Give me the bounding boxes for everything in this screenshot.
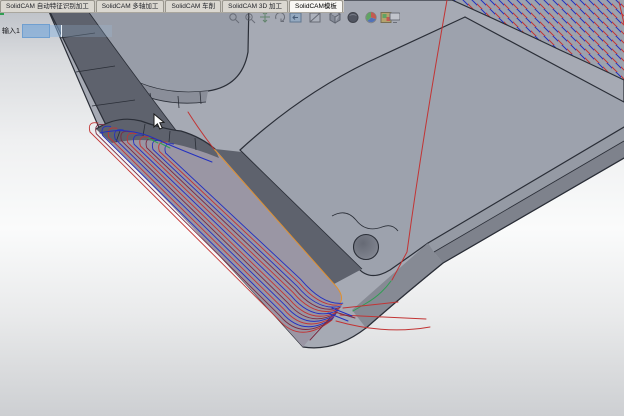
tab-solidcam-3d[interactable]: SolidCAM 3D 加工 bbox=[222, 0, 288, 12]
3d-viewport[interactable] bbox=[0, 0, 624, 416]
hole bbox=[352, 233, 380, 261]
display-style-icon[interactable] bbox=[347, 12, 359, 23]
zoom-fit-icon[interactable] bbox=[245, 13, 256, 24]
mouse-cursor bbox=[153, 113, 166, 130]
section-view-icon[interactable] bbox=[309, 12, 321, 23]
feature-tree-item[interactable]: 输入1 bbox=[2, 24, 112, 38]
feature-tree-item-label: 输入1 bbox=[2, 28, 20, 35]
tab-solidcam-afrm[interactable]: SolidCAM 自动特征识别加工 bbox=[0, 0, 95, 12]
selection-highlight bbox=[21, 24, 50, 38]
tab-solidcam-turning[interactable]: SolidCAM 车削 bbox=[165, 0, 222, 12]
tab-solidcam-template[interactable]: SolidCAM模板 bbox=[288, 0, 343, 12]
tab-solidcam-multiaxis[interactable]: SolidCAM 多轴加工 bbox=[95, 0, 165, 12]
pan-icon[interactable] bbox=[260, 11, 270, 23]
rotate-view-icon[interactable] bbox=[275, 12, 286, 22]
zoom-window-icon[interactable] bbox=[229, 13, 240, 24]
solidcam-tab-bar: SolidCAM 自动特征识别加工 SolidCAM 多轴加工 SolidCAM… bbox=[0, 0, 344, 13]
previous-view-icon[interactable] bbox=[289, 12, 302, 23]
appearance-icon[interactable] bbox=[365, 11, 377, 24]
part-model bbox=[43, 0, 624, 349]
